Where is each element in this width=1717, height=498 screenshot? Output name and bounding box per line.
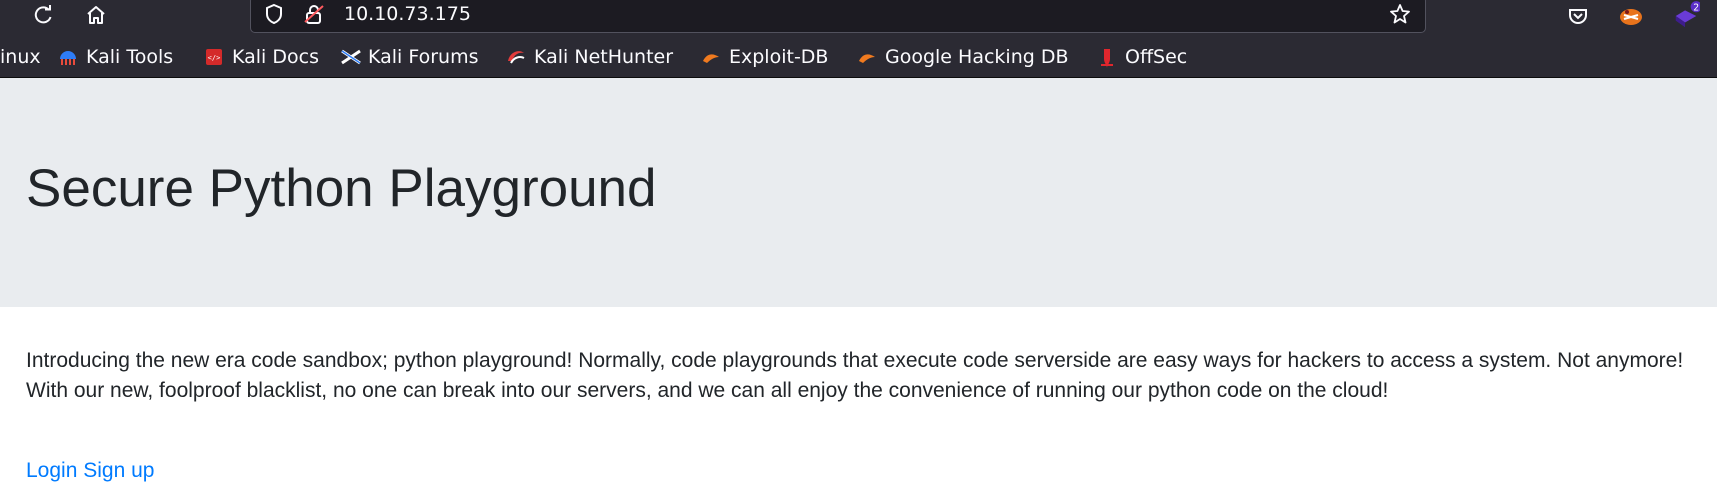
- extension-badge-icon[interactable]: 2: [1672, 1, 1700, 30]
- page-title: Secure Python Playground: [26, 159, 657, 218]
- insecure-lock-icon[interactable]: [303, 3, 325, 25]
- bookmark-exploit-db[interactable]: Exploit-DB: [701, 45, 828, 69]
- bookmark-kali-linux[interactable]: inux: [0, 45, 41, 69]
- intro-paragraph: Introducing the new era code sandbox; py…: [26, 349, 1684, 402]
- pocket-icon[interactable]: [1564, 2, 1592, 30]
- bookmark-label: Exploit-DB: [729, 46, 829, 68]
- svg-text:</>: </>: [208, 54, 221, 62]
- bookmark-label: Kali Tools: [86, 46, 174, 68]
- shield-icon[interactable]: [263, 3, 285, 25]
- bookmarks-toolbar: inux Kali Tools </> Kali Docs Kali Forum…: [0, 36, 1717, 78]
- home-icon[interactable]: [83, 2, 109, 28]
- extension-fox-icon[interactable]: [1617, 2, 1645, 30]
- bookmark-label: OffSec: [1125, 46, 1188, 68]
- bookmark-label: Kali NetHunter: [534, 46, 674, 68]
- login-link[interactable]: Login: [26, 459, 77, 482]
- bookmark-label: Kali Forums: [368, 46, 479, 68]
- bookmark-label: Kali Docs: [232, 46, 319, 68]
- kali-docs-icon: </>: [204, 47, 224, 67]
- kali-forums-icon: [340, 47, 361, 67]
- bookmark-label: inux: [0, 46, 41, 68]
- bookmark-label: Google Hacking DB: [885, 46, 1069, 68]
- url-text[interactable]: 10.10.73.175: [344, 2, 471, 26]
- auth-links: Login Sign up: [26, 456, 154, 486]
- kali-nethunter-icon: [506, 47, 526, 67]
- signup-link[interactable]: Sign up: [83, 459, 154, 482]
- offsec-icon: [1097, 47, 1117, 68]
- kali-tools-icon: [58, 47, 78, 67]
- bookmark-kali-forums[interactable]: Kali Forums: [340, 45, 479, 69]
- bookmark-kali-tools[interactable]: Kali Tools: [58, 45, 173, 69]
- browser-toolbar: 10.10.73.175 2: [0, 0, 1717, 36]
- exploit-db-icon: [701, 47, 721, 67]
- bookmark-star-icon[interactable]: [1389, 3, 1411, 25]
- reload-icon[interactable]: [30, 2, 56, 28]
- google-hacking-db-icon: [857, 47, 877, 67]
- address-bar[interactable]: 10.10.73.175: [250, 0, 1426, 33]
- bookmark-kali-nethunter[interactable]: Kali NetHunter: [506, 45, 673, 69]
- bookmark-google-hacking-db[interactable]: Google Hacking DB: [857, 45, 1069, 69]
- extension-badge-count: 2: [1693, 2, 1699, 13]
- bookmark-kali-docs[interactable]: </> Kali Docs: [204, 45, 319, 69]
- bookmark-offsec[interactable]: OffSec: [1097, 45, 1187, 69]
